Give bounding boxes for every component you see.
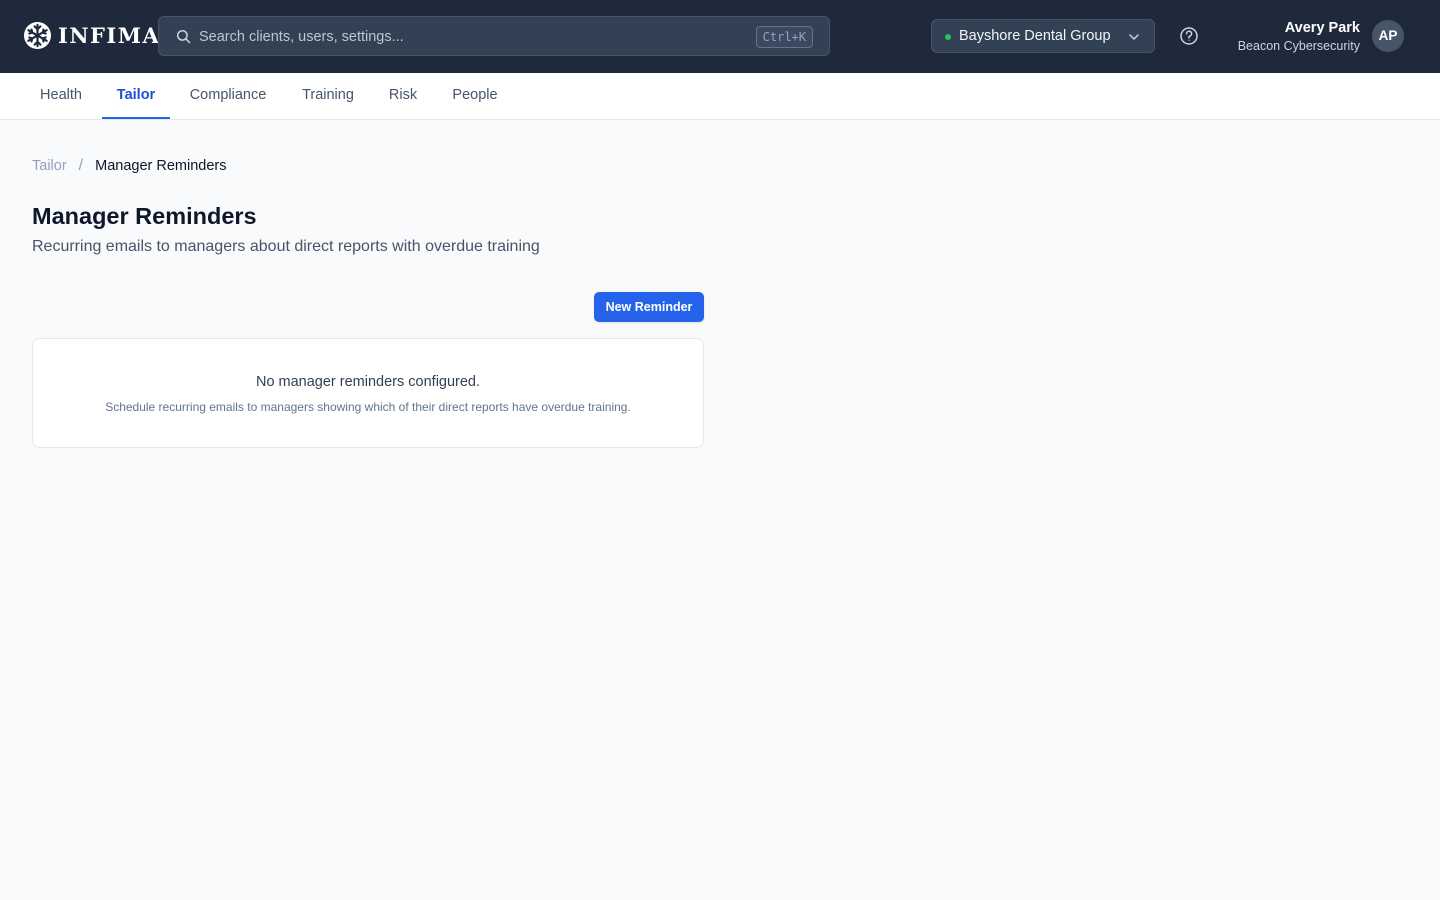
- client-name: Bayshore Dental Group: [959, 28, 1111, 44]
- top-bar: INFIMA Ctrl+K Bayshore Dental Group Aver…: [0, 0, 1440, 73]
- page-subtitle: Recurring emails to managers about direc…: [32, 238, 540, 255]
- infima-logo[interactable]: INFIMA: [23, 20, 160, 50]
- tab-tailor[interactable]: Tailor: [102, 73, 170, 119]
- breadcrumb-separator: /: [78, 157, 84, 174]
- empty-state-card: No manager reminders configured. Schedul…: [32, 338, 704, 448]
- tab-risk[interactable]: Risk: [374, 73, 432, 119]
- avatar[interactable]: AP: [1372, 20, 1404, 52]
- global-search[interactable]: Ctrl+K: [158, 16, 830, 56]
- breadcrumb-tailor-link[interactable]: Tailor: [32, 158, 67, 174]
- tab-compliance[interactable]: Compliance: [174, 73, 282, 119]
- user-org: Beacon Cybersecurity: [1237, 39, 1360, 53]
- breadcrumb: Tailor / Manager Reminders: [32, 157, 226, 175]
- page-title: Manager Reminders: [32, 203, 257, 229]
- tab-people[interactable]: People: [436, 73, 514, 119]
- snowflake-icon: [23, 21, 52, 49]
- client-status-dot: [945, 34, 951, 40]
- chevron-down-icon: [1129, 34, 1139, 40]
- search-shortcut-hint: Ctrl+K: [755, 26, 813, 48]
- main-tabs: Health Tailor Compliance Training Risk P…: [0, 73, 1440, 120]
- breadcrumb-current: Manager Reminders: [95, 158, 227, 174]
- user-name: Avery Park: [1284, 20, 1360, 36]
- client-selector[interactable]: Bayshore Dental Group: [931, 19, 1155, 53]
- logo-text: INFIMA: [58, 22, 161, 48]
- search-icon: [176, 29, 191, 44]
- empty-state-description: Schedule recurring emails to managers sh…: [105, 400, 631, 414]
- user-info[interactable]: Avery Park Beacon Cybersecurity: [1238, 19, 1360, 54]
- tab-health[interactable]: Health: [24, 73, 98, 119]
- search-input[interactable]: [199, 26, 739, 48]
- empty-state-title: No manager reminders configured.: [255, 374, 481, 390]
- new-reminder-button[interactable]: New Reminder: [594, 292, 704, 322]
- help-circle-icon[interactable]: [1179, 26, 1199, 46]
- tab-training[interactable]: Training: [286, 73, 370, 119]
